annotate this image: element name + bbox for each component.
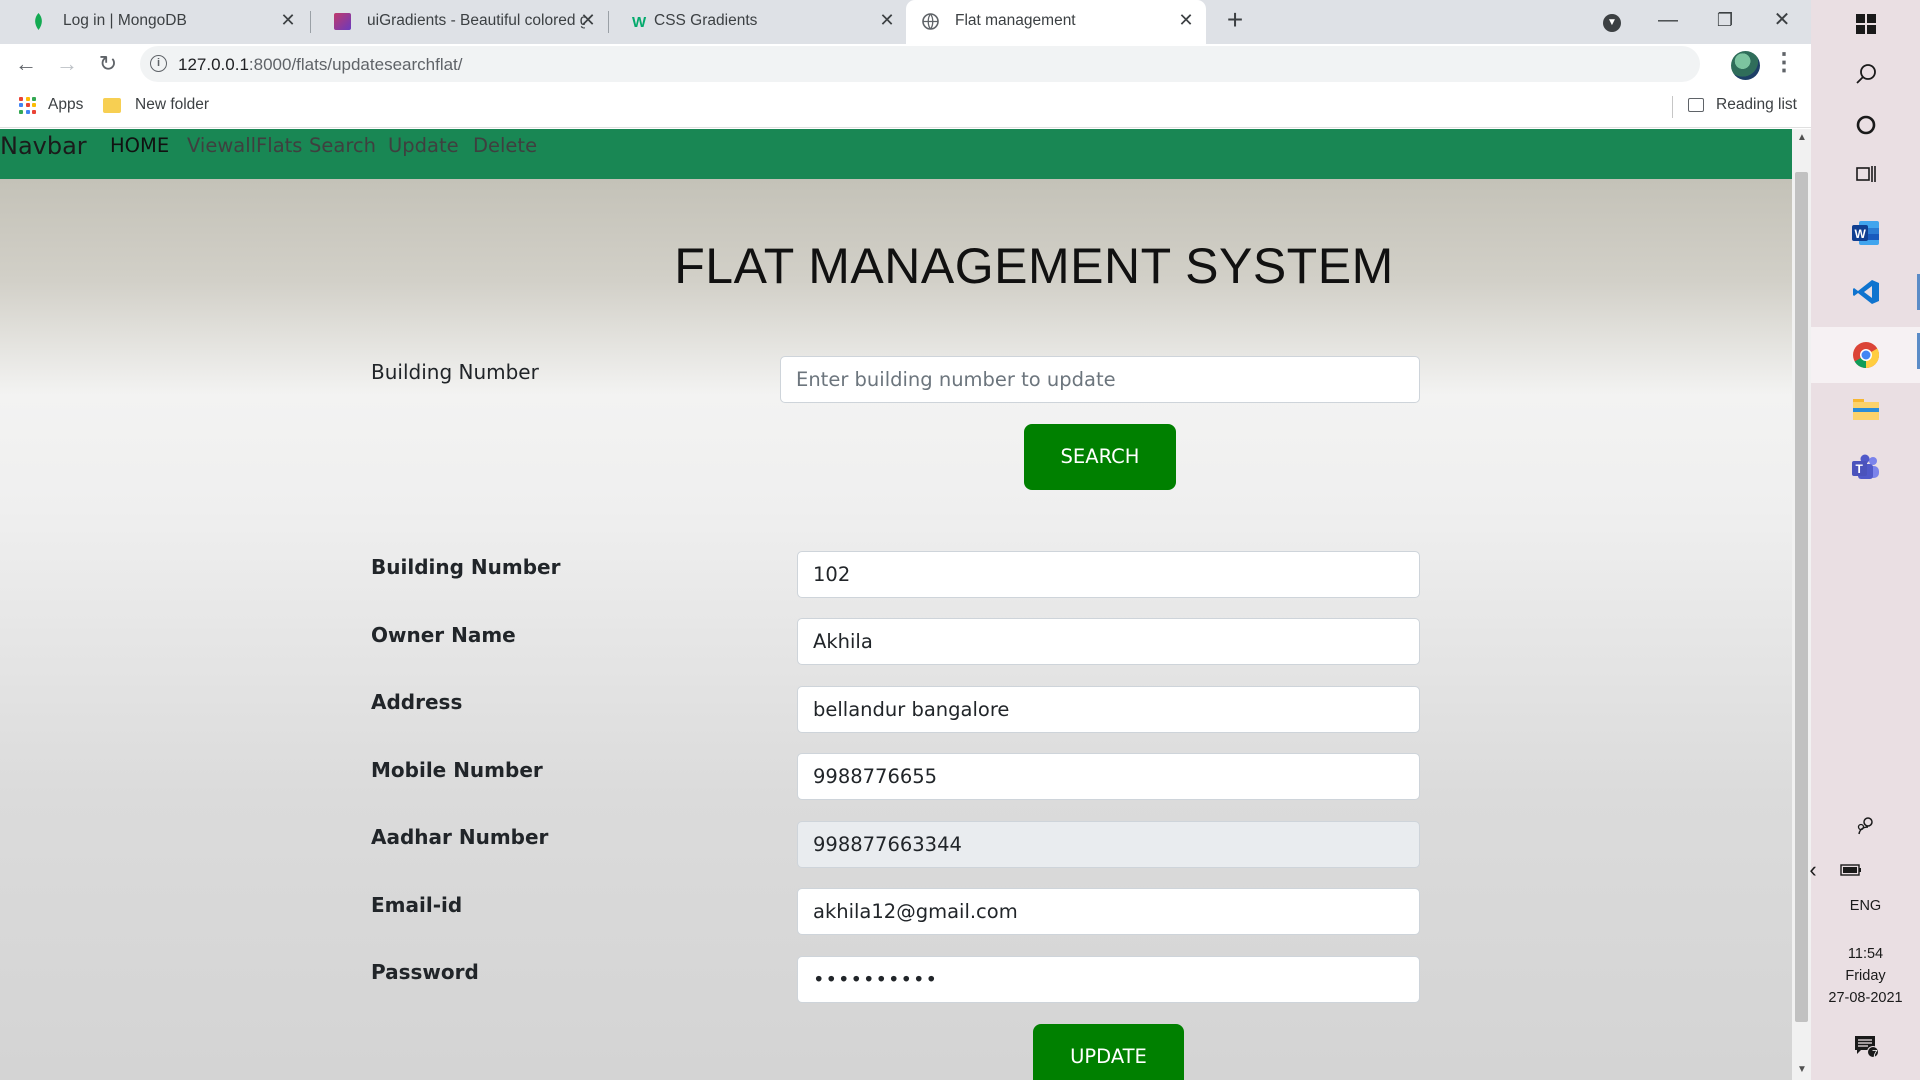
close-tab-icon[interactable]: ✕ — [578, 10, 598, 30]
people-icon[interactable] — [1811, 806, 1920, 846]
file-explorer-icon[interactable] — [1811, 385, 1920, 433]
folder-icon — [103, 97, 121, 113]
owner-name-field[interactable]: Akhila — [797, 618, 1420, 665]
page-title: FLAT MANAGEMENT SYSTEM — [674, 238, 1394, 294]
tab-uigradients[interactable]: uiGradients - Beautiful colored g ✕ — [312, 0, 607, 42]
windows-taskbar: W T ‹ ENG 11:54 Friday 27-08-2021 7 — [1809, 0, 1920, 1080]
search-building-input[interactable]: Enter building number to update — [780, 356, 1420, 403]
vscode-icon[interactable] — [1811, 268, 1920, 316]
building-number-field[interactable]: 102 — [797, 551, 1420, 598]
password-field[interactable]: •••••••••• — [797, 956, 1420, 1003]
back-arrow-icon[interactable]: ← — [10, 48, 42, 80]
email-field[interactable]: akhila12@gmail.com — [797, 888, 1420, 935]
tab-flat-management[interactable]: Flat management ✕ — [906, 0, 1206, 44]
w3-icon: W — [632, 14, 647, 30]
url-text: 127.0.0.1:8000/flats/updatesearchflat/ — [178, 55, 463, 74]
apps-grid-icon — [19, 96, 36, 114]
reload-icon[interactable]: ↻ — [92, 48, 124, 80]
close-tab-icon[interactable]: ✕ — [278, 10, 298, 30]
page-viewport: Navbar HOME ViewallFlats Search Update D… — [0, 129, 1792, 1080]
action-center-icon[interactable]: 7 — [1811, 1022, 1920, 1070]
address-field[interactable]: bellandur bangalore — [797, 686, 1420, 733]
clock-day[interactable]: Friday — [1811, 968, 1920, 984]
tab-separator — [310, 11, 311, 33]
tab-css-gradients[interactable]: W CSS Gradients ✕ — [610, 0, 906, 42]
scroll-down-arrow-icon[interactable]: ▼ — [1797, 1064, 1807, 1075]
close-tab-icon[interactable]: ✕ — [877, 10, 897, 30]
bookmark-new-folder[interactable]: New folder — [103, 96, 209, 114]
page-scrollbar[interactable]: ▲ ▼ — [1792, 129, 1811, 1080]
aadhar-number-field[interactable]: 998877663344 — [797, 821, 1420, 868]
bookmark-apps[interactable]: Apps — [19, 96, 83, 114]
reading-list-button[interactable]: Reading list — [1688, 96, 1797, 114]
close-tab-icon[interactable]: ✕ — [1176, 10, 1196, 30]
new-tab-button[interactable]: + — [1220, 6, 1250, 36]
reading-list-icon — [1688, 98, 1704, 112]
teams-icon[interactable]: T — [1811, 444, 1920, 492]
owner-name-label: Owner Name — [371, 623, 516, 647]
battery-icon[interactable] — [1821, 850, 1881, 890]
tab-mongodb[interactable]: Log in | MongoDB ✕ — [8, 0, 308, 42]
email-label: Email-id — [371, 893, 463, 917]
mobile-number-label: Mobile Number — [371, 758, 543, 782]
site-info-icon[interactable]: i — [150, 55, 167, 72]
language-indicator[interactable]: ENG — [1811, 898, 1920, 914]
notification-count: 7 — [1872, 1049, 1878, 1060]
svg-text:W: W — [632, 14, 647, 30]
clock-time[interactable]: 11:54 — [1811, 946, 1920, 962]
app-navbar: Navbar HOME ViewallFlats Search Update D… — [0, 129, 1792, 179]
forward-arrow-icon[interactable]: → — [51, 48, 83, 80]
task-view-icon[interactable] — [1811, 150, 1920, 198]
search-building-label: Building Number — [371, 360, 539, 384]
window-close-icon[interactable]: ✕ — [1762, 4, 1802, 36]
word-icon[interactable]: W — [1811, 209, 1920, 257]
navbar-brand[interactable]: Navbar — [0, 132, 87, 160]
windows-logo-icon — [1855, 14, 1876, 34]
update-button[interactable]: UPDATE — [1033, 1024, 1184, 1080]
nav-search[interactable]: Search — [309, 134, 376, 157]
aadhar-number-label: Aadhar Number — [371, 825, 549, 849]
nav-home[interactable]: HOME — [110, 134, 169, 157]
browser-toolbar: ← → ↻ i 127.0.0.1:8000/flats/updatesearc… — [0, 44, 1842, 86]
nav-viewallflats[interactable]: ViewallFlats — [187, 134, 302, 157]
tab-strip: Log in | MongoDB ✕ uiGradients - Beautif… — [0, 0, 1811, 44]
reading-list-separator — [1672, 96, 1673, 118]
restore-icon[interactable]: ❐ — [1705, 4, 1745, 36]
address-bar[interactable]: i 127.0.0.1:8000/flats/updatesearchflat/… — [140, 46, 1842, 82]
address-label: Address — [371, 690, 463, 714]
profile-avatar[interactable] — [1731, 51, 1760, 80]
nav-update[interactable]: Update — [388, 134, 459, 157]
uigradients-icon — [334, 13, 351, 30]
minimize-icon[interactable]: — — [1648, 4, 1688, 36]
search-button[interactable]: SEARCH — [1024, 424, 1176, 490]
tab-separator — [608, 11, 609, 33]
globe-icon — [922, 13, 939, 30]
menu-dots-icon[interactable]: ⋮ — [1772, 48, 1796, 77]
building-number-label: Building Number — [371, 555, 561, 579]
scrollbar-thumb[interactable] — [1795, 172, 1808, 1022]
cortana-icon[interactable] — [1811, 101, 1920, 149]
mongodb-leaf-icon — [35, 13, 42, 30]
svg-text:W: W — [1854, 227, 1866, 241]
windows-start-icon[interactable] — [1811, 0, 1920, 48]
scroll-up-arrow-icon[interactable]: ▲ — [1797, 132, 1807, 143]
password-label: Password — [371, 960, 479, 984]
nav-delete[interactable]: Delete — [473, 134, 537, 157]
bookmarks-bar: Apps New folder — [0, 86, 1811, 128]
search-icon[interactable] — [1811, 50, 1920, 98]
tab-search-icon[interactable]: ▼ — [1592, 4, 1632, 36]
clock-date[interactable]: 27-08-2021 — [1811, 990, 1920, 1006]
mobile-number-field[interactable]: 9988776655 — [797, 753, 1420, 800]
chrome-icon[interactable] — [1811, 327, 1920, 383]
svg-text:T: T — [1855, 462, 1863, 476]
